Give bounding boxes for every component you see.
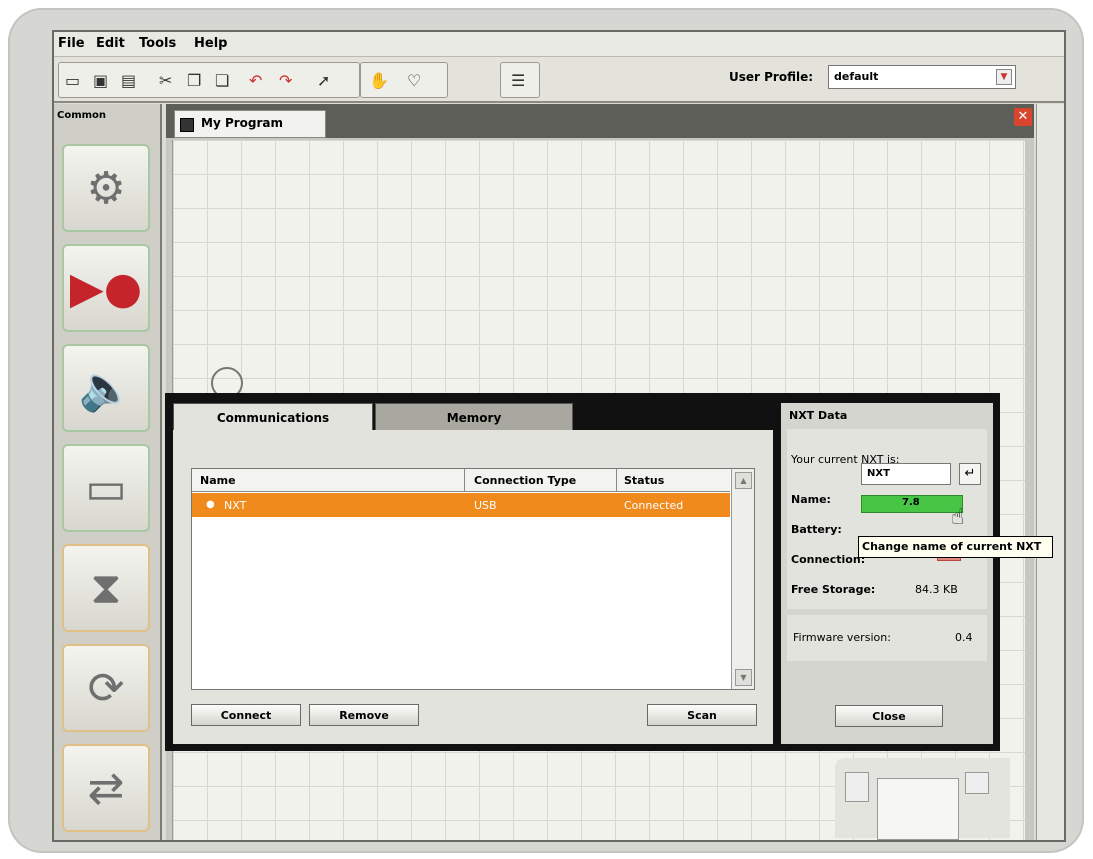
download-icon[interactable]: [845, 772, 869, 802]
stop-icon[interactable]: [965, 772, 989, 794]
close-icon[interactable]: ✕: [1014, 108, 1032, 126]
column-separator: [464, 469, 465, 491]
copy-icon[interactable]: ❐: [187, 71, 201, 90]
comment-icon[interactable]: ♡: [407, 71, 421, 90]
palette-loop-block[interactable]: ⟳: [62, 644, 150, 732]
list-scrollbar[interactable]: ▲ ▼: [731, 469, 754, 689]
menu-edit[interactable]: Edit: [96, 36, 125, 51]
speaker-icon: 🔈: [78, 363, 134, 414]
battery-value: 7.8: [902, 497, 920, 508]
tab-communications[interactable]: Communications: [173, 403, 373, 432]
column-separator: [616, 469, 617, 491]
tool-modes-group: ✋ ♡: [360, 62, 448, 98]
controller-icon[interactable]: ☰: [511, 71, 525, 90]
firmware-label: Firmware version:: [793, 631, 891, 644]
controller-group: ☰: [500, 62, 540, 98]
table-row[interactable]: ● NXT USB Connected: [192, 493, 730, 517]
menu-bar: File Edit Tools Help: [54, 32, 1064, 57]
user-profile-select[interactable]: default ▼: [828, 65, 1016, 89]
new-file-icon[interactable]: ▭: [65, 71, 80, 90]
gears-icon: ⚙: [86, 162, 126, 214]
scroll-up-icon[interactable]: ▲: [735, 472, 752, 489]
run-button[interactable]: [877, 778, 959, 840]
palette-display-block[interactable]: ▭: [62, 444, 150, 532]
record-play-icon: ▶●: [69, 262, 143, 314]
connect-button[interactable]: Connect: [191, 704, 301, 726]
tooltip: Change name of current NXT: [858, 536, 1053, 558]
scroll-down-icon[interactable]: ▼: [735, 669, 752, 686]
loop-icon: ⟳: [87, 662, 125, 714]
cut-icon[interactable]: ✂: [159, 71, 172, 90]
pointer-icon[interactable]: ➚: [317, 71, 330, 90]
program-tab-label: My Program: [201, 116, 284, 130]
nxt-name-input[interactable]: NXT: [861, 463, 951, 485]
connected-dot-icon: ●: [206, 499, 215, 510]
help-panel-strip: [1036, 104, 1064, 840]
column-connection-type[interactable]: Connection Type: [474, 474, 576, 487]
display-icon: ▭: [85, 462, 127, 514]
free-storage-label: Free Storage:: [791, 583, 876, 596]
rename-enter-button[interactable]: ↵: [959, 463, 981, 485]
controller-pad[interactable]: [835, 758, 1010, 840]
palette-move-block[interactable]: ⚙: [62, 144, 150, 232]
communications-panel: Name Connection Type Status ● NXT USB Co…: [173, 430, 773, 744]
battery-level-bar: 7.8: [861, 495, 963, 513]
pan-hand-icon[interactable]: ✋: [369, 71, 389, 90]
nxt-window-dialog: Communications Memory Name Connection Ty…: [165, 393, 1000, 751]
user-profile-value: default: [834, 70, 879, 83]
undo-icon[interactable]: ↶: [249, 71, 262, 90]
battery-label: Battery:: [791, 523, 842, 536]
column-name[interactable]: Name: [200, 474, 236, 487]
name-label: Name:: [791, 493, 831, 506]
toolbar: ▭ ▣ ▤ ✂ ❐ ❏ ↶ ↷ ➚ ✋ ♡ ☰ User Profile: de…: [54, 57, 1064, 103]
remove-button[interactable]: Remove: [309, 704, 419, 726]
nxt-device-list[interactable]: Name Connection Type Status ● NXT USB Co…: [191, 468, 755, 690]
palette-title: Common: [57, 110, 107, 121]
column-status[interactable]: Status: [624, 474, 664, 487]
program-tab-bar: My Program ✕: [166, 104, 1034, 138]
edit-tools-group: ▭ ▣ ▤ ✂ ❐ ❏ ↶ ↷ ➚: [58, 62, 360, 98]
tab-my-program[interactable]: My Program: [174, 110, 326, 138]
user-profile-label: User Profile:: [729, 70, 814, 84]
firmware-box: Firmware version: 0.4: [787, 615, 987, 661]
menu-help[interactable]: Help: [194, 36, 227, 51]
scan-button[interactable]: Scan: [647, 704, 757, 726]
palette-record-block[interactable]: ▶●: [62, 244, 150, 332]
connection-label: Connection:: [791, 553, 866, 566]
save-icon[interactable]: ▤: [121, 71, 136, 90]
menu-file[interactable]: File: [58, 36, 85, 51]
paste-icon[interactable]: ❏: [215, 71, 229, 90]
palette-sound-block[interactable]: 🔈: [62, 344, 150, 432]
palette-switch-block[interactable]: ⇄: [62, 744, 150, 832]
enter-icon: ↵: [964, 466, 976, 481]
tab-memory[interactable]: Memory: [375, 403, 573, 432]
free-storage-value: 84.3 KB: [915, 583, 958, 596]
redo-icon[interactable]: ↷: [279, 71, 292, 90]
close-button[interactable]: Close: [835, 705, 943, 727]
list-header: Name Connection Type Status: [192, 469, 730, 492]
row-connection-type: USB: [474, 499, 497, 512]
hand-cursor-icon: ☝: [951, 505, 965, 530]
chevron-down-icon[interactable]: ▼: [996, 69, 1012, 85]
nxt-data-panel: NXT Data Your current NXT is: Name: Batt…: [781, 403, 993, 744]
open-file-icon[interactable]: ▣: [93, 71, 108, 90]
switch-icon: ⇄: [87, 762, 125, 814]
firmware-value: 0.4: [955, 631, 973, 644]
palette-wait-block[interactable]: ⧗: [62, 544, 150, 632]
block-palette: Common ⚙ ▶● 🔈 ▭ ⧗ ⟳ ⇄: [54, 104, 162, 840]
row-status: Connected: [624, 499, 684, 512]
nxt-data-title: NXT Data: [789, 409, 848, 422]
menu-tools[interactable]: Tools: [139, 36, 176, 51]
program-icon: [180, 118, 194, 132]
hourglass-icon: ⧗: [90, 562, 122, 614]
row-name: NXT: [224, 499, 247, 512]
